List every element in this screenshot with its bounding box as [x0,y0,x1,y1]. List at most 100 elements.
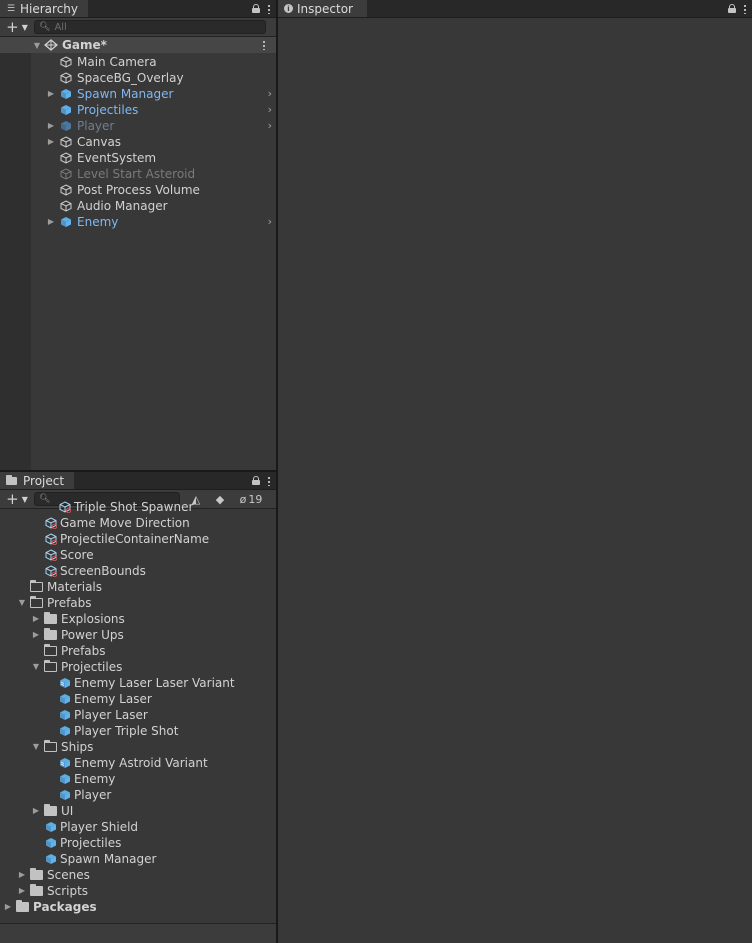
gameobject-icon [60,56,72,68]
tab-project[interactable]: Project [0,472,75,489]
project-item-label: Ships [61,740,94,754]
open-prefab-chevron-icon[interactable]: › [268,214,272,230]
project-item[interactable]: Enemy [0,771,262,787]
info-icon: i [284,4,293,13]
project-item-label: Score [60,548,94,562]
project-item[interactable]: ProjectileContainerName [0,531,262,547]
project-item[interactable]: Prefabs [0,643,262,659]
hierarchy-item[interactable]: ▶ Player › [0,118,276,134]
expand-arrow-icon[interactable]: ▶ [31,627,41,643]
project-item-label: Enemy Laser Laser Variant [74,676,235,690]
open-prefab-chevron-icon[interactable]: › [268,102,272,118]
expand-arrow-icon[interactable]: ▶ [46,214,56,230]
lock-icon[interactable] [252,4,260,13]
folder-icon [6,474,17,485]
collapse-arrow-icon[interactable]: ▼ [31,659,41,675]
project-item[interactable]: Enemy Astroid Variant [0,755,262,771]
hierarchy-item[interactable]: ▶ Canvas [0,134,276,150]
hierarchy-item[interactable]: Main Camera [0,54,276,70]
expand-arrow-icon[interactable]: ▶ [31,611,41,627]
project-item[interactable]: Triple Shot Spawner [0,499,262,515]
project-item[interactable]: ▼ Projectiles [0,659,262,675]
inspector-tab-label: Inspector [297,1,353,16]
project-item[interactable]: ScreenBounds [0,563,262,579]
expand-arrow-icon[interactable]: ▼ [32,41,42,50]
open-prefab-chevron-icon[interactable]: › [268,86,272,102]
project-item[interactable]: Materials [0,579,262,595]
project-item-label: Game Move Direction [60,516,190,530]
tab-hierarchy[interactable]: ☰ Hierarchy [0,0,89,17]
project-item[interactable]: Player Shield [0,819,262,835]
folder-icon [30,884,43,896]
project-item[interactable]: ▶ Scenes [0,867,262,883]
hierarchy-item-label: SpaceBG_Overlay [77,71,184,85]
hierarchy-item[interactable]: ▶ Enemy › [0,214,276,230]
folder-icon [30,580,43,592]
expand-arrow-icon[interactable]: ▶ [17,867,27,883]
lock-icon[interactable] [728,4,736,13]
project-item-label: Player Laser [74,708,148,722]
project-item[interactable]: Player [0,787,262,803]
expand-arrow-icon[interactable]: ▶ [31,803,41,819]
lock-icon[interactable] [252,476,260,485]
project-item-label: Enemy Astroid Variant [74,756,208,770]
expand-arrow-icon[interactable]: ▶ [46,118,56,134]
prefab-icon [60,774,70,784]
project-item-label: Player [74,788,112,802]
hierarchy-item[interactable]: ▶ Spawn Manager › [0,86,276,102]
hierarchy-item[interactable]: Post Process Volume [0,182,276,198]
folder-icon [44,644,57,656]
collapse-arrow-icon[interactable]: ▼ [31,739,41,755]
project-item[interactable]: ▶ Explosions [0,611,262,627]
prefab-icon [60,726,70,736]
prefab-icon [61,217,71,227]
expand-arrow-icon[interactable]: ▶ [3,899,13,915]
project-item[interactable]: ▼ Ships [0,739,262,755]
open-prefab-chevron-icon[interactable]: › [268,118,272,134]
unity-scene-icon [44,39,58,51]
expand-arrow-icon[interactable]: ▶ [46,86,56,102]
hierarchy-item[interactable]: Projectiles › [0,102,276,118]
project-item[interactable]: Score [0,547,262,563]
scriptable-object-icon [59,501,71,513]
project-status-bar [0,923,276,943]
project-item[interactable]: Projectiles [0,835,262,851]
more-options-icon[interactable] [268,475,270,486]
hierarchy-item[interactable]: EventSystem [0,150,276,166]
project-item[interactable]: ▼ Prefabs [0,595,262,611]
expand-arrow-icon[interactable]: ▶ [46,134,56,150]
project-item[interactable]: ▶ Scripts [0,883,262,899]
hierarchy-item[interactable]: SpaceBG_Overlay [0,70,276,86]
hierarchy-item-label: Enemy [77,215,119,229]
tab-inspector[interactable]: i Inspector [278,0,367,17]
project-item[interactable]: Enemy Laser [0,691,262,707]
project-item[interactable]: Player Triple Shot [0,723,262,739]
project-item[interactable]: Enemy Laser Laser Variant [0,675,262,691]
gameobject-icon [60,184,72,196]
hierarchy-item[interactable]: Level Start Asteroid [0,166,276,182]
prefab-icon [46,822,56,832]
scene-menu-icon[interactable] [263,40,265,50]
hierarchy-item-label: Projectiles [77,103,139,117]
create-button[interactable]: + ▼ [0,18,34,36]
collapse-arrow-icon[interactable]: ▼ [17,595,27,611]
hierarchy-item[interactable]: Audio Manager [0,198,276,214]
project-item[interactable]: ▶ Packages [0,899,262,915]
project-item-label: Projectiles [61,660,123,674]
scene-header-row[interactable]: ▼ Game* [0,37,276,53]
gameobject-icon [60,168,72,180]
project-item[interactable]: ▶ UI [0,803,262,819]
project-item-label: ProjectileContainerName [60,532,210,546]
scriptable-object-icon [45,517,57,529]
more-options-icon[interactable] [744,3,746,14]
folder-icon [16,900,29,912]
expand-arrow-icon[interactable]: ▶ [17,883,27,899]
more-options-icon[interactable] [268,3,270,14]
hierarchy-search-input[interactable]: 🔍︎ All [34,20,266,34]
project-item[interactable]: Spawn Manager [0,851,262,867]
project-item[interactable]: ▶ Power Ups [0,627,262,643]
project-item[interactable]: Player Laser [0,707,262,723]
list-icon: ☰ [6,3,16,14]
project-item[interactable]: Game Move Direction [0,515,262,531]
prefab-icon [61,121,71,131]
